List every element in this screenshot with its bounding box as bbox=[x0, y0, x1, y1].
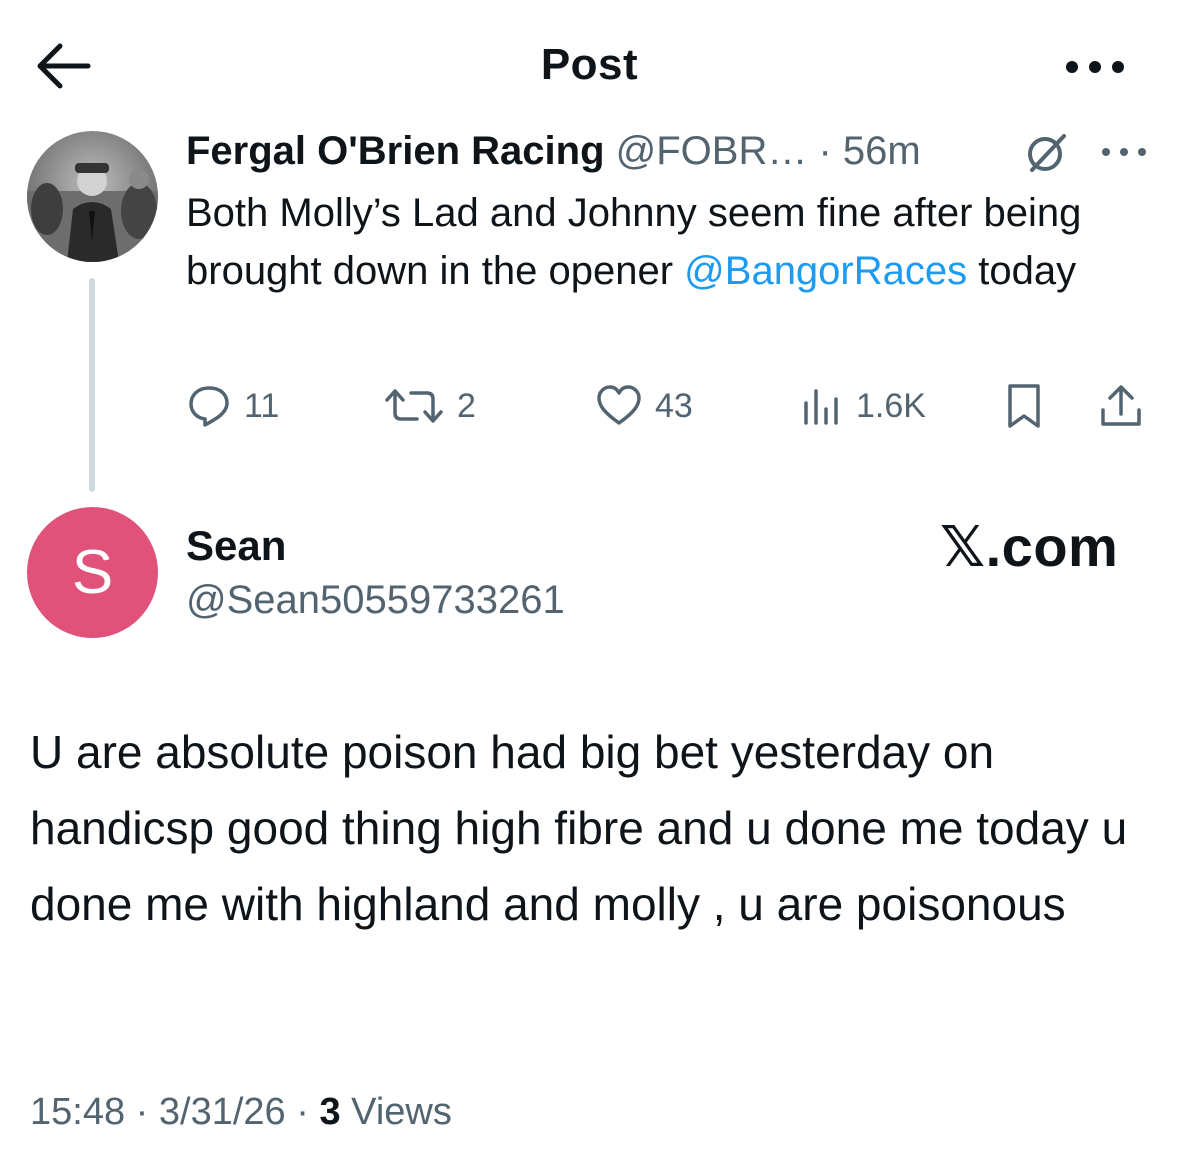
share-icon bbox=[1101, 385, 1141, 426]
reply-date: 3/31/26 bbox=[158, 1091, 286, 1133]
like-count: 43 bbox=[655, 386, 693, 425]
views-icon bbox=[804, 389, 838, 425]
reply-author-handle[interactable]: @Sean50559733261 bbox=[186, 574, 565, 626]
views-label[interactable]: Views bbox=[351, 1091, 452, 1133]
reply-button[interactable]: 11 bbox=[186, 381, 279, 431]
views-count: 1.6K bbox=[856, 386, 926, 425]
views-button[interactable]: 1.6K bbox=[800, 381, 926, 431]
bookmark-button[interactable] bbox=[1002, 381, 1046, 431]
post-text: Both Molly’s Lad and Johnny seem fine af… bbox=[186, 184, 1146, 300]
views-count[interactable]: 3 bbox=[319, 1091, 340, 1133]
post-text-end: today bbox=[967, 249, 1077, 293]
more-horizontal-icon bbox=[1102, 148, 1146, 156]
post-more-button[interactable] bbox=[1100, 145, 1148, 159]
mention-link[interactable]: @BangorRaces bbox=[684, 249, 967, 293]
grok-icon[interactable] bbox=[1024, 130, 1070, 176]
post-header: Fergal O'Brien Racing @FOBR… · 56m bbox=[186, 125, 921, 177]
like-icon bbox=[597, 385, 641, 425]
page-title: Post bbox=[540, 40, 639, 89]
share-button[interactable] bbox=[1098, 381, 1144, 431]
repost-button[interactable]: 2 bbox=[383, 381, 476, 431]
post-time[interactable]: 56m bbox=[843, 129, 921, 173]
reply-author-name[interactable]: Sean bbox=[186, 520, 286, 572]
avatar[interactable] bbox=[27, 131, 158, 262]
like-button[interactable]: 43 bbox=[595, 381, 693, 431]
reply-count: 11 bbox=[244, 386, 280, 425]
bookmark-icon bbox=[1008, 384, 1040, 428]
reply-text: U are absolute poison had big bet yester… bbox=[30, 726, 1128, 930]
watermark: 𝕏.com bbox=[940, 515, 1119, 578]
reply-time: 15:48 bbox=[30, 1091, 126, 1133]
separator: · bbox=[296, 1091, 309, 1133]
avatar[interactable]: S bbox=[27, 507, 158, 638]
author-name[interactable]: Fergal O'Brien Racing bbox=[186, 129, 605, 173]
separator: · bbox=[135, 1091, 149, 1133]
thread-connector bbox=[89, 278, 95, 492]
post-meta: 15:48 · 3/31/26 · 3 Views bbox=[30, 1084, 452, 1140]
repost-icon bbox=[385, 389, 443, 423]
repost-count: 2 bbox=[457, 386, 476, 425]
more-horizontal-icon bbox=[1066, 61, 1124, 73]
author-handle[interactable]: @FOBR… bbox=[616, 129, 808, 173]
reply-icon bbox=[189, 386, 229, 427]
more-options-button[interactable] bbox=[1062, 52, 1128, 82]
separator: · bbox=[818, 129, 832, 173]
